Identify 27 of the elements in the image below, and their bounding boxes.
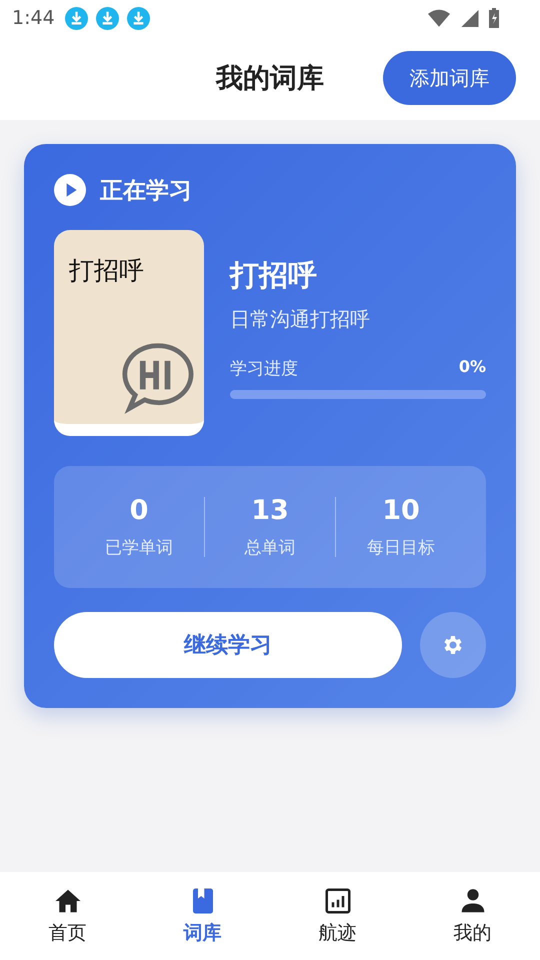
progress-label: 学习进度 [230, 358, 298, 380]
stat-label: 每日目标 [367, 537, 435, 559]
download-icon [96, 6, 119, 30]
section-heading: 正在学习 [100, 176, 192, 206]
download-icon [126, 6, 150, 30]
stat-value: 10 [382, 495, 420, 526]
add-library-button[interactable]: 添加词库 [383, 51, 516, 105]
stat-label: 已学单词 [105, 537, 173, 559]
page-title: 我的词库 [216, 62, 324, 96]
continue-button[interactable]: 继续学习 [54, 612, 402, 678]
book-description: 日常沟通打招呼 [230, 306, 371, 333]
nav-tab[interactable]: 我的 [405, 872, 540, 960]
download-icon [64, 6, 88, 30]
wifi-icon [428, 8, 450, 28]
stat-label: 总单词 [244, 537, 296, 559]
cover-title: 打招呼 [69, 255, 144, 287]
stat-value: 0 [130, 495, 148, 526]
chart-icon [322, 886, 352, 916]
nav-tab[interactable]: 词库 [135, 872, 270, 960]
play-icon [54, 174, 86, 206]
nav-tab[interactable]: 首页 [0, 872, 135, 960]
progress-value: 0% [458, 357, 486, 378]
stat-value: 13 [251, 495, 289, 526]
book-name: 打招呼 [230, 257, 318, 294]
battery-icon [488, 8, 500, 28]
nav-tab[interactable]: 航迹 [270, 872, 405, 960]
status-time: 1:44 [12, 7, 55, 29]
